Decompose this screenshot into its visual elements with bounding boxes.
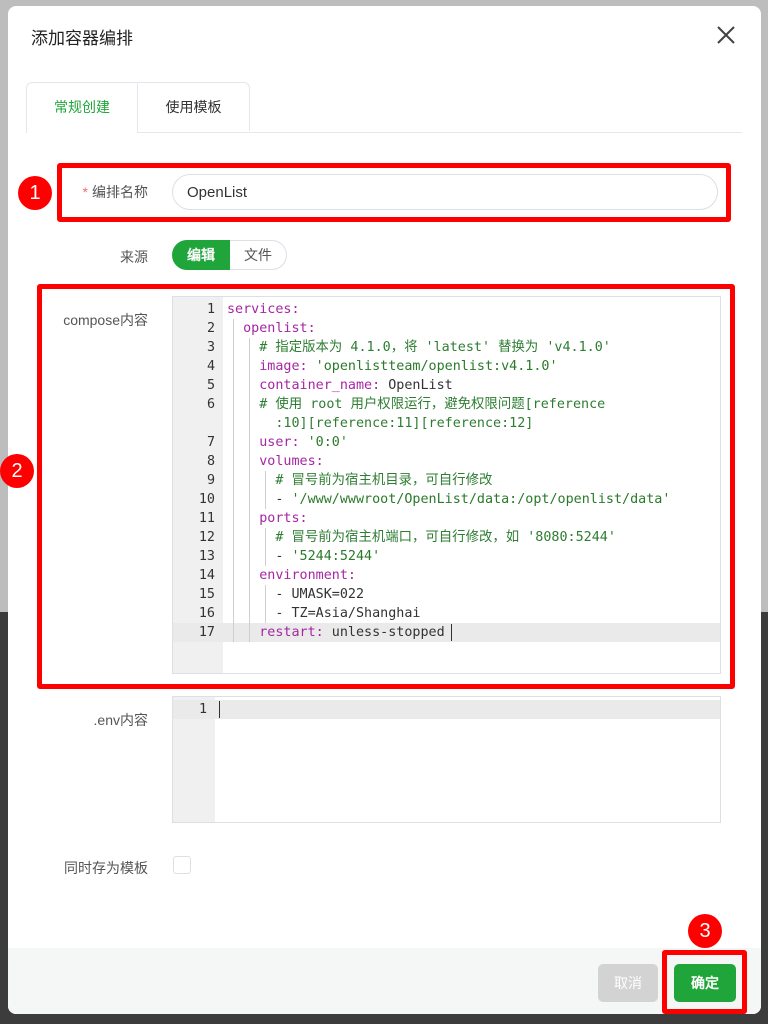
- line-number: 12: [198, 530, 215, 545]
- line-number: 5: [206, 378, 215, 393]
- annotation-badge-2: 2: [0, 454, 34, 488]
- text-caret: [219, 701, 220, 718]
- code-text: # 冒号前为宿主机目录，可自行修改: [275, 473, 493, 488]
- code-text: services:: [227, 302, 300, 317]
- code-text: container_name: OpenList: [259, 378, 453, 393]
- line-number: 3: [206, 340, 215, 355]
- code-text: - UMASK=022: [275, 587, 365, 602]
- code-line[interactable]: 6 # 使用 root 用户权限运行，避免权限问题[reference: [173, 395, 720, 414]
- code-line[interactable]: 14 environment:: [173, 566, 720, 585]
- line-number: 11: [198, 511, 215, 526]
- code-line[interactable]: 11 ports:: [173, 509, 720, 528]
- indent-guide: [233, 319, 234, 642]
- confirm-button[interactable]: 确定: [674, 964, 736, 1002]
- annotation-badge-3: 3: [688, 914, 722, 948]
- line-number: 7: [206, 435, 215, 450]
- source-toggle: 编辑 文件: [172, 240, 287, 270]
- code-line[interactable]: 2 openlist:: [173, 319, 720, 338]
- code-line[interactable]: 7 user: '0:0': [173, 433, 720, 452]
- code-text: user: '0:0': [259, 435, 348, 450]
- code-text: image: 'openlistteam/openlist:v4.1.0': [259, 359, 558, 374]
- source-file-button[interactable]: 文件: [230, 240, 287, 270]
- code-line[interactable]: 1: [173, 700, 720, 719]
- line-number: 16: [198, 606, 215, 621]
- save-template-label: 同时存为模板: [64, 860, 148, 876]
- line-number: 17: [198, 625, 215, 640]
- name-label: * 编排名称: [48, 182, 148, 202]
- line-number: 4: [206, 359, 215, 374]
- text-caret: [451, 624, 452, 641]
- code-line[interactable]: 9 # 冒号前为宿主机目录，可自行修改: [173, 471, 720, 490]
- line-number: 8: [206, 454, 215, 469]
- close-button[interactable]: [711, 20, 741, 50]
- code-text: # 指定版本为 4.1.0，将 'latest' 替换为 'v4.1.0': [259, 340, 611, 355]
- line-number: 14: [198, 568, 215, 583]
- code-line[interactable]: 17 restart: unless-stopped: [173, 623, 720, 642]
- env-editor[interactable]: 1: [172, 696, 721, 823]
- code-text: environment:: [259, 568, 356, 583]
- line-number: 6: [206, 397, 215, 412]
- code-text: # 使用 root 用户权限运行，避免权限问题[reference: [259, 397, 606, 412]
- line-number: 1: [198, 702, 207, 717]
- name-input[interactable]: [172, 174, 718, 210]
- code-line[interactable]: 10 - '/www/wwwroot/OpenList/data:/opt/op…: [173, 490, 720, 509]
- compose-editor[interactable]: 1 services: 2 openlist: 3 # 指定版本为 4.1.0，将 '…: [172, 296, 721, 674]
- dialog-title: 添加容器编排: [31, 29, 133, 48]
- indent-guide: [249, 338, 250, 642]
- dialog-header: 添加容器编排: [8, 6, 761, 64]
- tab-general-create[interactable]: 常规创建: [26, 82, 138, 133]
- required-mark: *: [82, 184, 88, 200]
- code-line[interactable]: 1 services:: [173, 300, 720, 319]
- code-line[interactable]: 8 volumes:: [173, 452, 720, 471]
- indent-guide: [265, 471, 266, 509]
- annotation-badge-1: 1: [18, 176, 52, 210]
- save-template-checkbox[interactable]: [173, 856, 191, 874]
- code-text: # 冒号前为宿主机端口，可自行修改，如 '8080:5244': [275, 530, 616, 545]
- code-text: restart: unless-stopped: [259, 625, 445, 640]
- name-label-text: 编排名称: [92, 184, 148, 200]
- code-text: volumes:: [259, 454, 324, 469]
- add-compose-dialog: 添加容器编排 常规创建 使用模板 *编排名称 来源 编辑 文件 compose内…: [8, 6, 761, 1014]
- line-number: 13: [198, 549, 215, 564]
- code-line[interactable]: 12 # 冒号前为宿主机端口，可自行修改，如 '8080:5244': [173, 528, 720, 547]
- compose-label: compose内容: [63, 312, 148, 328]
- code-line[interactable]: 3 # 指定版本为 4.1.0，将 'latest' 替换为 'v4.1.0': [173, 338, 720, 357]
- code-line[interactable]: 16 - TZ=Asia/Shanghai: [173, 604, 720, 623]
- line-number: 2: [206, 321, 215, 336]
- close-icon: [717, 26, 735, 44]
- code-line[interactable]: 13 - '5244:5244': [173, 547, 720, 566]
- code-line[interactable]: 5 container_name: OpenList: [173, 376, 720, 395]
- line-number: 1: [206, 302, 215, 317]
- code-text: - '/www/wwwroot/OpenList/data:/opt/openl…: [275, 492, 671, 507]
- indent-guide: [265, 585, 266, 623]
- code-text: - TZ=Asia/Shanghai: [275, 606, 421, 621]
- source-edit-button[interactable]: 编辑: [172, 240, 230, 270]
- tab-bar: 常规创建 使用模板: [26, 82, 742, 133]
- code-line[interactable]: :10][reference:11][reference:12]: [173, 414, 720, 433]
- code-line[interactable]: 4 image: 'openlistteam/openlist:v4.1.0': [173, 357, 720, 376]
- env-label: .env内容: [93, 712, 148, 728]
- code-line[interactable]: 15 - UMASK=022: [173, 585, 720, 604]
- line-number: 9: [206, 473, 215, 488]
- code-text: openlist:: [243, 321, 316, 336]
- code-text: :10][reference:11][reference:12]: [275, 416, 534, 431]
- cancel-button[interactable]: 取消: [598, 964, 658, 1002]
- line-number: 10: [198, 492, 215, 507]
- line-number: 15: [198, 587, 215, 602]
- code-text: ports:: [259, 511, 308, 526]
- source-label: 来源: [120, 249, 148, 265]
- indent-guide: [265, 528, 266, 566]
- tab-use-template[interactable]: 使用模板: [137, 82, 250, 131]
